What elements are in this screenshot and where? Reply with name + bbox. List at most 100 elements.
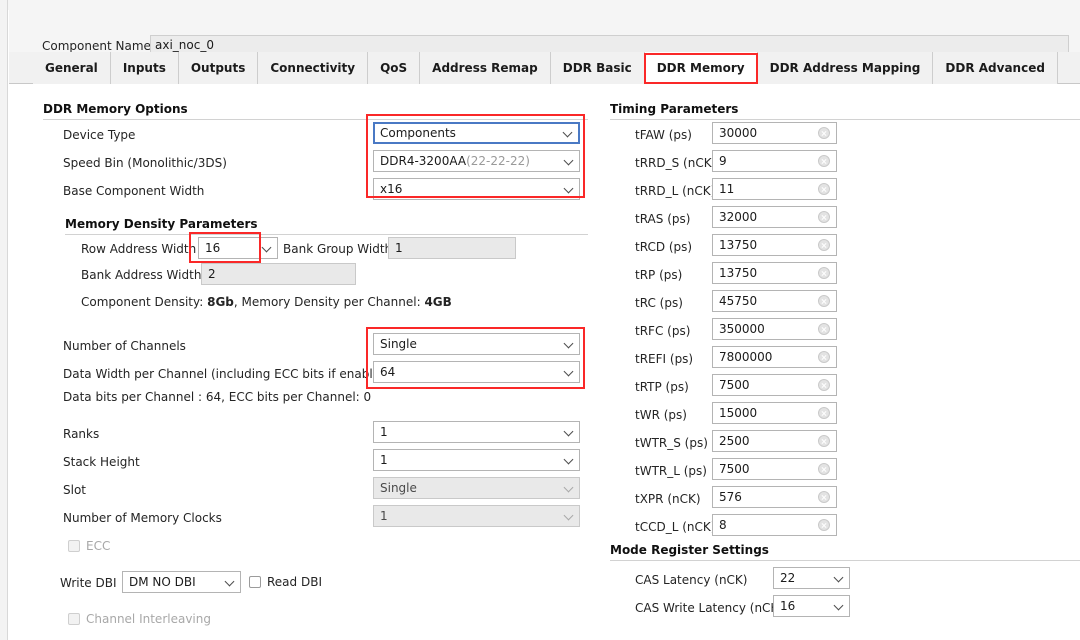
clear-icon[interactable]: [818, 127, 830, 139]
timing-input-twr[interactable]: 15000: [712, 402, 837, 424]
clear-icon[interactable]: [818, 155, 830, 167]
timing-label-txpr: tXPR (nCK): [635, 492, 701, 506]
chevron-down-icon: [562, 127, 573, 138]
timing-input-trfc[interactable]: 350000: [712, 318, 837, 340]
tab-connectivity[interactable]: Connectivity: [258, 52, 369, 84]
speed-bin-value-timings: (22-22-22): [466, 154, 530, 168]
timing-value: 15000: [719, 406, 758, 420]
timing-label-tfaw: tFAW (ps): [635, 128, 692, 142]
ranks-label: Ranks: [63, 427, 100, 441]
clear-icon[interactable]: [818, 295, 830, 307]
timing-value: 11: [719, 182, 735, 196]
clear-icon[interactable]: [818, 351, 830, 363]
timing-value: 9: [719, 154, 727, 168]
checkbox-box[interactable]: [249, 576, 261, 588]
timing-value: 2500: [719, 434, 750, 448]
ranks-value: 1: [380, 425, 388, 439]
cas-write-latency-value: 16: [780, 599, 796, 613]
timing-input-tfaw[interactable]: 30000: [712, 122, 837, 144]
clear-icon[interactable]: [818, 435, 830, 447]
channel-interleaving-checkbox-label: Channel Interleaving: [86, 612, 211, 626]
clear-icon[interactable]: [818, 183, 830, 195]
bank-address-width-label: Bank Address Width: [81, 268, 202, 282]
timing-input-twtr_l[interactable]: 7500: [712, 458, 837, 480]
timing-label-trc: tRC (ps): [635, 296, 683, 310]
checkbox-box: [68, 540, 80, 552]
data-width-per-channel-value: 64: [380, 365, 396, 379]
write-dbi-select[interactable]: DM NO DBI: [122, 571, 241, 593]
slot-value: Single: [380, 481, 417, 495]
cas-latency-select[interactable]: 22: [773, 567, 850, 589]
tab-outputs[interactable]: Outputs: [178, 52, 259, 84]
timing-input-twtr_s[interactable]: 2500: [712, 430, 837, 452]
clear-icon[interactable]: [818, 323, 830, 335]
timing-input-trtp[interactable]: 7500: [712, 374, 837, 396]
ranks-select[interactable]: 1: [373, 421, 580, 443]
tab-ddr-address-mapping[interactable]: DDR Address Mapping: [757, 52, 934, 84]
timing-label-trefi: tREFI (ps): [635, 352, 694, 366]
tab-list: General Inputs Outputs Connectivity QoS Addre…: [33, 52, 1058, 84]
timing-value: 576: [719, 490, 742, 504]
tab-qos[interactable]: QoS: [368, 52, 421, 84]
timing-input-tccd_l[interactable]: 8: [712, 514, 837, 536]
chevron-down-icon: [563, 482, 574, 493]
tab-ddr-basic[interactable]: DDR Basic: [550, 52, 645, 84]
tab-inputs[interactable]: Inputs: [110, 52, 179, 84]
clear-icon[interactable]: [818, 463, 830, 475]
data-width-per-channel-select[interactable]: 64: [373, 361, 580, 383]
ddr-memory-options-rule: [43, 119, 588, 120]
timing-label-tras: tRAS (ps): [635, 212, 691, 226]
clear-icon[interactable]: [818, 519, 830, 531]
tab-bar: General Inputs Outputs Connectivity QoS Addre…: [9, 52, 1080, 84]
clear-icon[interactable]: [818, 491, 830, 503]
tab-general[interactable]: General: [33, 52, 111, 84]
timing-value: 13750: [719, 266, 758, 280]
timing-value: 45750: [719, 294, 758, 308]
cas-write-latency-select[interactable]: 16: [773, 595, 850, 617]
row-address-width-select[interactable]: 16: [198, 237, 278, 259]
clear-icon[interactable]: [818, 267, 830, 279]
component-density-value: 8Gb: [207, 295, 234, 309]
timing-input-trefi[interactable]: 7800000: [712, 346, 837, 368]
tab-address-remap[interactable]: Address Remap: [420, 52, 551, 84]
speed-bin-value: DDR4-3200AA: [380, 154, 467, 168]
clear-icon[interactable]: [818, 407, 830, 419]
timing-label-twtr_l: tWTR_L (ps): [635, 464, 707, 478]
tab-ddr-advanced[interactable]: DDR Advanced: [933, 52, 1058, 84]
timing-value: 32000: [719, 210, 758, 224]
channel-interleaving-checkbox: Channel Interleaving: [68, 612, 211, 626]
timing-value: 30000: [719, 126, 758, 140]
read-dbi-checkbox[interactable]: Read DBI: [249, 575, 322, 589]
application-window: Component Name axi_noc_0 General Inputs Ou…: [0, 0, 1080, 640]
clear-icon[interactable]: [818, 211, 830, 223]
timing-input-trp[interactable]: 13750: [712, 262, 837, 284]
stack-height-select[interactable]: 1: [373, 449, 580, 471]
speed-bin-label: Speed Bin (Monolithic/3DS): [63, 156, 227, 170]
number-of-channels-label: Number of Channels: [63, 339, 186, 353]
clear-icon[interactable]: [818, 239, 830, 251]
density-info-middle: , Memory Density per Channel:: [233, 295, 425, 309]
mode-register-settings-header: Mode Register Settings: [610, 543, 769, 557]
timing-input-trc[interactable]: 45750: [712, 290, 837, 312]
chevron-down-icon: [563, 338, 574, 349]
timing-input-tras[interactable]: 32000: [712, 206, 837, 228]
clear-icon[interactable]: [818, 379, 830, 391]
density-info-line: Component Density: 8Gb, Memory Density p…: [81, 295, 452, 309]
number-of-channels-select[interactable]: Single: [373, 333, 580, 355]
timing-input-trrd_l[interactable]: 11: [712, 178, 837, 200]
timing-input-trrd_s[interactable]: 9: [712, 150, 837, 172]
timing-label-trtp: tRTP (ps): [635, 380, 689, 394]
read-dbi-checkbox-label: Read DBI: [267, 575, 322, 589]
chevron-down-icon: [563, 366, 574, 377]
timing-input-txpr[interactable]: 576: [712, 486, 837, 508]
tab-ddr-memory[interactable]: DDR Memory: [643, 52, 758, 84]
timing-input-trcd[interactable]: 13750: [712, 234, 837, 256]
timing-label-trrd_l: tRRD_L (nCK): [635, 184, 716, 198]
device-type-select[interactable]: Components: [373, 122, 580, 144]
base-component-width-select[interactable]: x16: [373, 178, 580, 200]
speed-bin-select[interactable]: DDR4-3200AA(22-22-22): [373, 150, 580, 172]
timing-label-twr: tWR (ps): [635, 408, 687, 422]
timing-parameters-header: Timing Parameters: [610, 102, 739, 116]
cas-latency-label: CAS Latency (nCK): [635, 573, 748, 587]
bank-group-width-label: Bank Group Width: [283, 242, 393, 256]
